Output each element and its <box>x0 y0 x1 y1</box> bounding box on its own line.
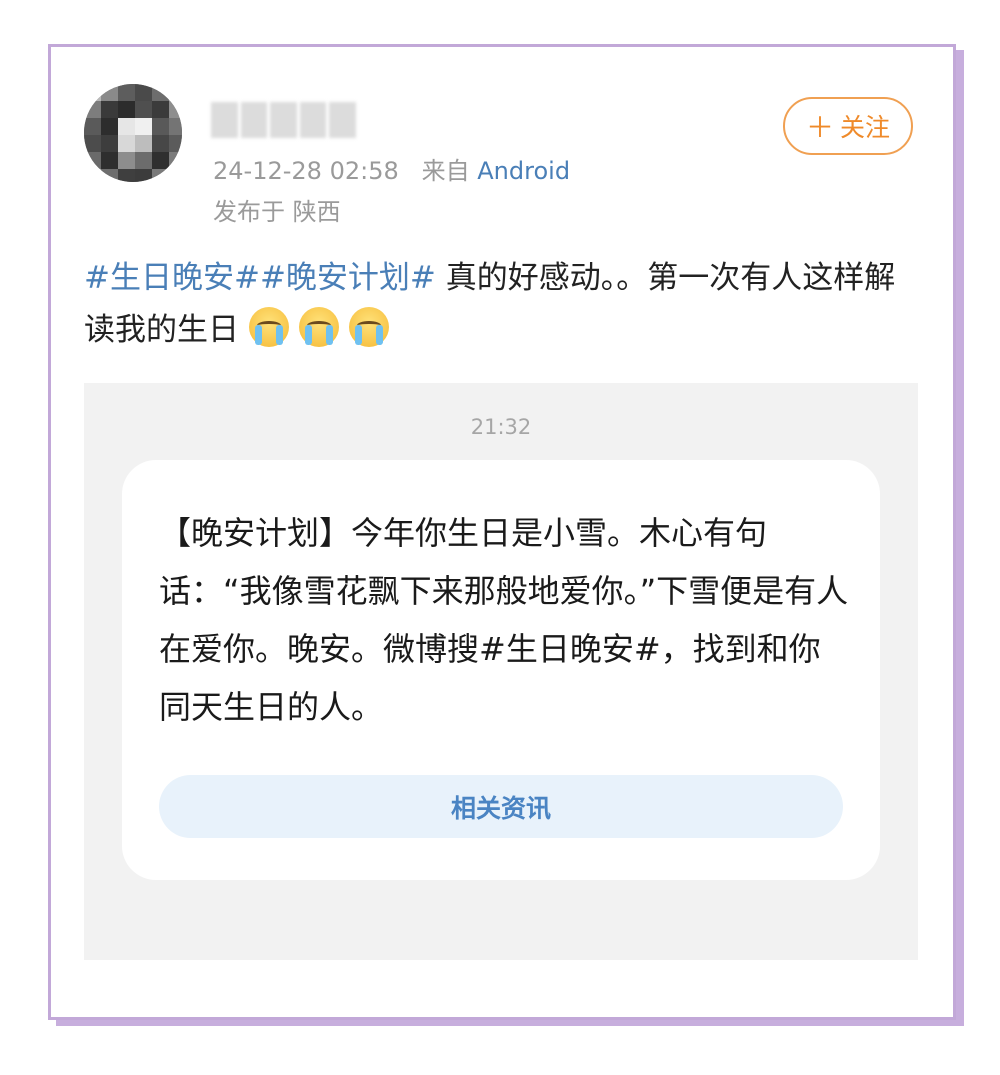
message-time: 21:32 <box>470 415 532 439</box>
message-text: 【晚安计划】今年你生日是小雪。木心有句话：“我像雪花飘下来那般地爱你。”下雪便是… <box>159 514 849 726</box>
avatar[interactable] <box>84 84 182 182</box>
crying-emoji-icon <box>348 307 389 347</box>
crying-emoji-icon <box>248 307 289 347</box>
related-news-button[interactable]: 相关资讯 <box>159 775 843 838</box>
post-card: 24-12-28 02:58 来自 Android 发布于 陕西 ＋ 关注 #生… <box>48 44 956 1020</box>
post-body: #生日晚安##晚安计划# 真的好感动。。第一次有人这样解读我的生日 <box>84 252 914 356</box>
follow-label: 关注 <box>840 113 891 142</box>
post-location: 发布于 陕西 <box>213 198 341 226</box>
follow-button[interactable]: ＋ 关注 <box>783 97 913 155</box>
attached-screenshot[interactable]: 21:32 【晚安计划】今年你生日是小雪。木心有句话：“我像雪花飘下来那般地爱你… <box>84 383 918 960</box>
post-meta: 24-12-28 02:58 来自 Android <box>213 151 570 186</box>
username-blurred[interactable] <box>211 102 356 138</box>
source-device-link[interactable]: Android <box>477 157 570 185</box>
plus-icon: ＋ <box>805 111 834 144</box>
crying-emoji-icon <box>298 307 339 347</box>
message-card: 【晚安计划】今年你生日是小雪。木心有句话：“我像雪花飘下来那般地爱你。”下雪便是… <box>122 460 880 880</box>
source-prefix: 来自 <box>421 157 470 185</box>
post-timestamp: 24-12-28 02:58 <box>213 157 399 185</box>
hashtag-link[interactable]: #生日晚安##晚安计划# <box>84 260 436 296</box>
